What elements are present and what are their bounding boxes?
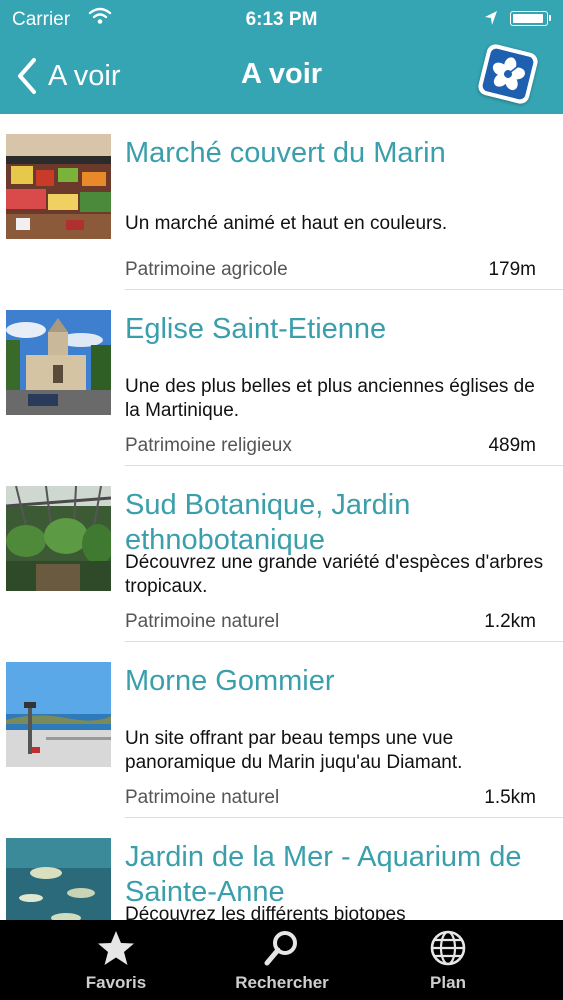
- app-logo-button[interactable]: [476, 42, 540, 106]
- tab-label: Plan: [430, 973, 466, 992]
- search-icon: [264, 931, 297, 966]
- item-title: Eglise Saint-Etienne: [125, 313, 387, 345]
- item-distance: 489m: [488, 435, 536, 456]
- item-distance: 179m: [488, 259, 536, 280]
- item-distance: 1.2km: [484, 611, 536, 632]
- tab-label: Rechercher: [235, 973, 329, 992]
- hibiscus-icon: [482, 48, 534, 100]
- item-description: Un marché animé et haut en couleurs.: [125, 213, 448, 234]
- star-icon: [98, 931, 134, 965]
- item-category: Patrimoine agricole: [125, 259, 288, 280]
- places-list[interactable]: Marché couvert du Marin Un marché animé …: [0, 114, 563, 920]
- status-bar: Carrier 6:13 PM: [0, 0, 563, 38]
- item-title: Sud Botanique, Jardin ethnobotanique: [125, 489, 411, 556]
- garden-thumbnail: [6, 486, 111, 591]
- list-item[interactable]: Morne Gommier Un site offrant par beau t…: [0, 642, 563, 818]
- market-thumbnail: [6, 134, 111, 239]
- item-distance: 1.5km: [484, 787, 536, 808]
- clock: 6:13 PM: [245, 9, 318, 30]
- item-category: Patrimoine religieux: [125, 435, 292, 456]
- tab-rechercher[interactable]: Rechercher: [188, 920, 376, 1000]
- list-item[interactable]: Eglise Saint-Etienne Une des plus belles…: [0, 290, 563, 466]
- item-description: Découvrez les différents biotopes: [125, 904, 406, 920]
- item-title: Jardin de la Mer - Aquarium de Sainte-An…: [125, 841, 522, 908]
- viewpoint-thumbnail: [6, 662, 111, 767]
- globe-icon: [430, 930, 466, 966]
- tab-label: Favoris: [85, 973, 147, 992]
- aquarium-thumbnail: [6, 838, 111, 920]
- list-item[interactable]: Sud Botanique, Jardin ethnobotanique Déc…: [0, 466, 563, 642]
- tab-plan[interactable]: Plan: [354, 920, 542, 1000]
- church-thumbnail: [6, 310, 111, 415]
- item-category: Patrimoine naturel: [125, 611, 280, 632]
- tab-bar: Favoris Rechercher Plan: [0, 920, 563, 1000]
- item-title: Marché couvert du Marin: [125, 137, 446, 169]
- tab-favoris[interactable]: Favoris: [22, 920, 210, 1000]
- list-item[interactable]: Marché couvert du Marin Un marché animé …: [0, 114, 563, 290]
- back-button[interactable]: A voir: [12, 56, 121, 96]
- battery-icon: [510, 11, 551, 26]
- item-description: Un site offrant par beau temps une vue p…: [125, 728, 463, 773]
- item-title: Morne Gommier: [125, 665, 335, 697]
- item-description: Découvrez une grande variété d'espèces d…: [125, 552, 544, 597]
- list-item[interactable]: Jardin de la Mer - Aquarium de Sainte-An…: [0, 818, 563, 920]
- chevron-left-icon: [18, 58, 36, 94]
- location-arrow-icon: [484, 10, 498, 32]
- navigation-bar: A voir A voir: [0, 38, 563, 114]
- back-label: A voir: [48, 59, 121, 92]
- item-description: Une des plus belles et plus anciennes ég…: [125, 376, 535, 421]
- item-category: Patrimoine naturel: [125, 787, 280, 808]
